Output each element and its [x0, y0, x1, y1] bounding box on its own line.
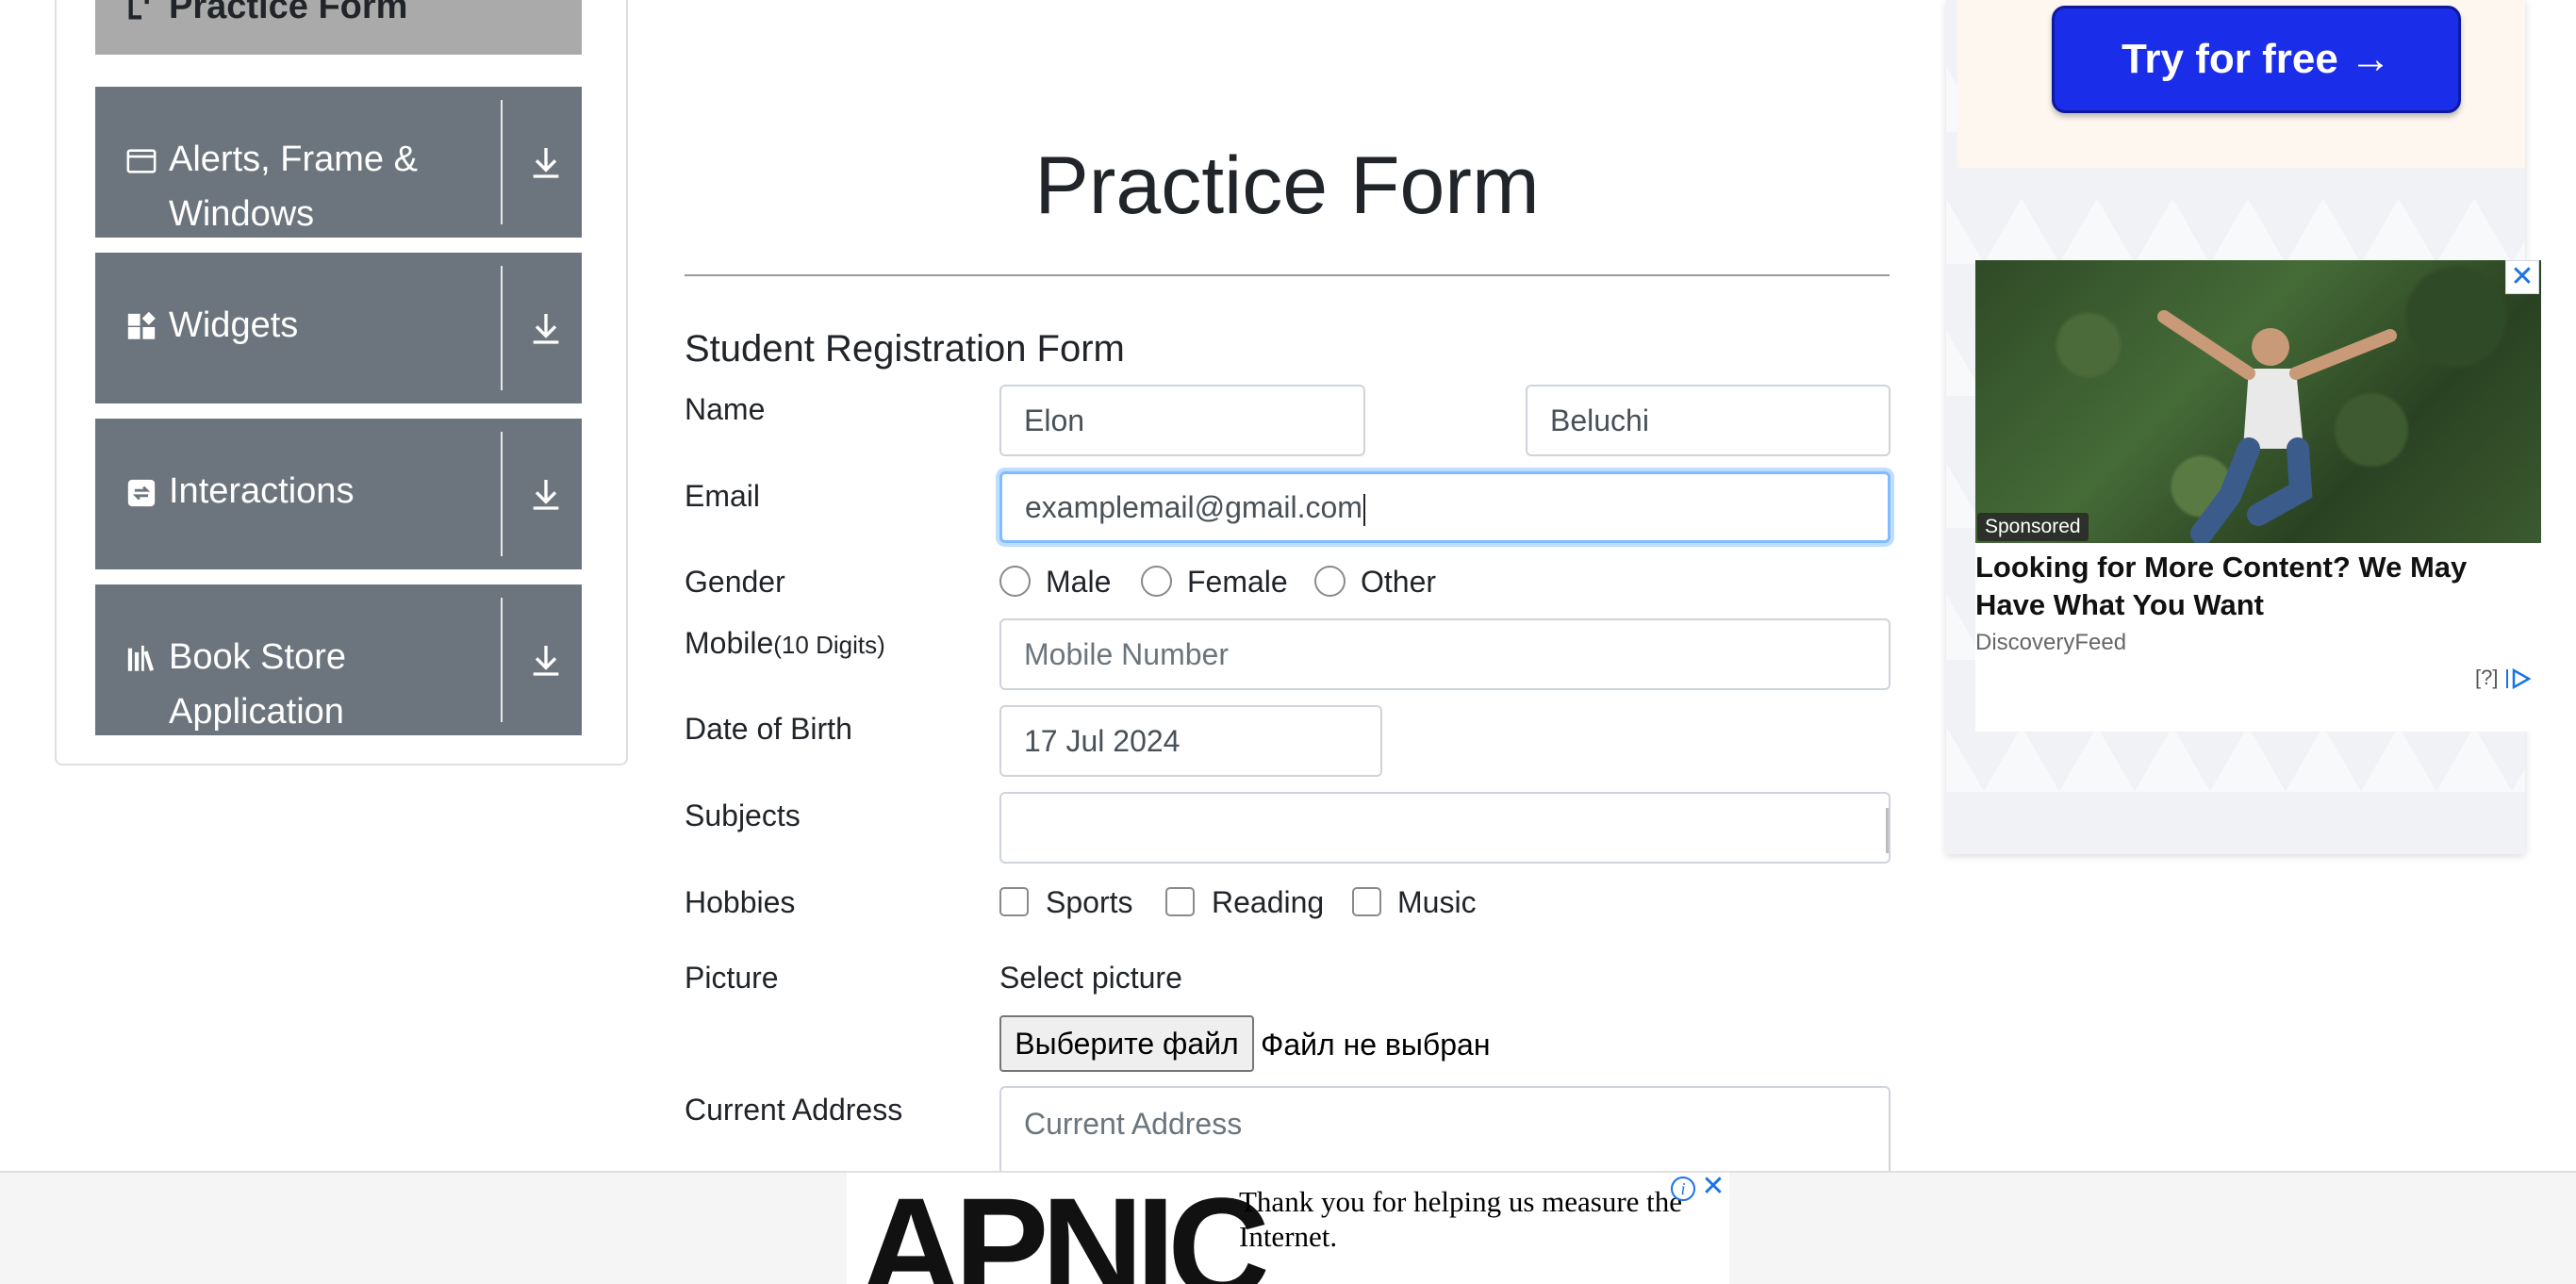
email-label: Email [685, 479, 761, 513]
sponsored-badge: Sponsored [1977, 513, 2089, 541]
sidebar-group-book-store-application[interactable]: Book Store Application [95, 584, 582, 735]
email-input[interactable]: examplemail@gmail.com [999, 471, 1891, 543]
sponsored-ad-card[interactable]: Sponsored ✕ Looking for More Content? We… [1975, 260, 2541, 732]
sidebar-group-label: Interactions [169, 471, 355, 511]
ad-source[interactable]: DiscoveryFeed [1975, 628, 2126, 658]
form-icon [128, 0, 149, 20]
sidebar-group-label-line2: Windows [169, 194, 315, 234]
widgets-icon [127, 311, 156, 339]
info-icon[interactable]: i [1671, 1177, 1695, 1201]
gender-male-radio[interactable] [999, 566, 1031, 597]
choose-file-button[interactable]: Выберите файл [999, 1015, 1254, 1072]
try-for-free-button[interactable]: Try for free → [2052, 6, 2461, 113]
divider [501, 266, 503, 390]
sidebar-group-label: Book Store [169, 637, 346, 677]
sidebar-group-widgets[interactable]: Widgets [95, 253, 582, 403]
hobby-sports-checkbox[interactable] [999, 887, 1029, 916]
mobile-label-text: Mobile [685, 626, 774, 660]
close-icon[interactable]: ✕ [1699, 1173, 1727, 1201]
hobby-music-label[interactable]: Music [1397, 881, 1477, 923]
mobile-input[interactable]: Mobile Number [999, 618, 1891, 690]
hobbies-label: Hobbies [685, 885, 796, 919]
window-icon [126, 149, 157, 173]
apnic-logo: APNIC [860, 1173, 1270, 1284]
first-name-input[interactable]: Elon [999, 385, 1365, 456]
sidebar-group-label: Alerts, Frame & [169, 140, 418, 179]
hobby-music-checkbox[interactable] [1352, 887, 1381, 916]
name-label: Name [685, 392, 766, 426]
download-arrow-icon[interactable] [527, 641, 565, 679]
sidebar-group-label: Widgets [169, 305, 299, 345]
text-caret [1362, 493, 1365, 526]
download-arrow-icon[interactable] [527, 143, 565, 181]
form-heading: Student Registration Form [685, 328, 1125, 370]
dob-label: Date of Birth [685, 712, 852, 746]
banner-text: Thank you for helping us measure the Int… [1239, 1185, 1683, 1253]
books-icon [127, 645, 155, 671]
sidebar-group-interactions[interactable]: Interactions [95, 419, 582, 569]
current-address-label: Current Address [685, 1093, 903, 1127]
download-arrow-icon[interactable] [527, 475, 565, 513]
ad-help-text[interactable]: [?] [2475, 666, 2498, 689]
adchoices-icon[interactable] [2504, 667, 2533, 690]
divider [685, 274, 1890, 276]
gender-female-radio[interactable] [1141, 566, 1172, 597]
picture-label: Picture [685, 961, 779, 995]
gender-other-radio[interactable] [1314, 566, 1346, 597]
ad-photo-figure [2157, 310, 2397, 543]
interactions-icon [127, 479, 156, 507]
apnic-banner-ad[interactable]: APNIC Thank you for helping us measure t… [847, 1173, 1729, 1284]
last-name-input[interactable]: Beluchi [1526, 385, 1891, 456]
hobby-reading-label[interactable]: Reading [1212, 881, 1324, 923]
ad-photo[interactable]: Sponsored ✕ [1975, 260, 2541, 543]
select-picture-label: Select picture [999, 961, 1182, 995]
ad-info-link[interactable]: [?] [2475, 664, 2533, 692]
gender-male-label[interactable]: Male [1046, 561, 1111, 602]
divider [501, 432, 503, 556]
gender-label: Gender [685, 565, 785, 599]
divider [501, 598, 503, 722]
sidebar-group-alerts-frame-windows[interactable]: Alerts, Frame & Windows [95, 87, 582, 238]
close-icon[interactable]: ✕ [2505, 260, 2539, 294]
gender-other-label[interactable]: Other [1361, 561, 1436, 602]
file-status: Файл не выбран [1261, 1028, 1491, 1062]
sidebar-group-practice-form[interactable]: Practice Form [95, 0, 582, 55]
gender-female-label[interactable]: Female [1187, 561, 1288, 602]
mobile-label: Mobile(10 Digits) [685, 622, 885, 666]
mobile-hint: (10 Digits) [773, 631, 885, 659]
email-value: examplemail@gmail.com [1025, 490, 1362, 524]
hobby-sports-label[interactable]: Sports [1046, 881, 1132, 923]
divider [501, 100, 503, 224]
download-arrow-icon[interactable] [527, 309, 565, 347]
page-title: Practice Form [1034, 140, 1540, 231]
subjects-grip [1886, 808, 1889, 853]
sidebar-group-label-line2: Application [169, 692, 344, 732]
subjects-label: Subjects [685, 798, 801, 832]
sidebar-group-label: Practice Form [169, 0, 408, 26]
hobby-reading-checkbox[interactable] [1165, 887, 1195, 916]
dob-input[interactable]: 17 Jul 2024 [999, 705, 1382, 777]
ad-headline[interactable]: Looking for More Content? We May Have Wh… [1975, 549, 2541, 624]
subjects-input[interactable] [999, 792, 1891, 864]
